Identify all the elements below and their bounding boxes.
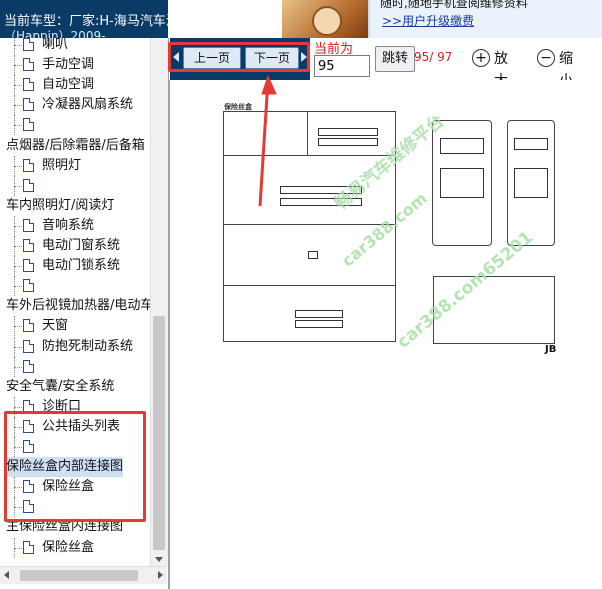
document-icon	[23, 259, 34, 273]
connector-block	[295, 320, 343, 328]
document-icon	[23, 218, 34, 232]
document-icon	[23, 239, 34, 252]
document-icon	[23, 540, 34, 554]
fuse-cell	[440, 138, 484, 154]
tree-line	[14, 45, 22, 46]
tree-line	[14, 246, 22, 247]
tree-line	[14, 266, 22, 268]
tree-leaf[interactable]: 电动门锁系统	[0, 256, 150, 277]
mechanic-illustration	[282, 0, 368, 38]
tree-line	[14, 366, 22, 368]
zoom-in-icon: +	[472, 49, 490, 67]
scrollbar-thumb[interactable]	[153, 316, 165, 550]
tree-leaf-label: 自动空调	[42, 77, 95, 93]
tree-line	[14, 125, 22, 127]
scroll-down-arrow-icon[interactable]	[155, 557, 163, 562]
tree-leaf[interactable]: 手动空调	[0, 55, 150, 76]
scrollbar-thumb[interactable]	[20, 570, 138, 581]
zoom-out-icon: −	[537, 49, 555, 67]
banner-text: 随时,随地手机查阅维修资料	[380, 0, 528, 10]
tree-leaf[interactable]	[0, 175, 150, 196]
tree-leaf-label: 电动门窗系统	[42, 238, 121, 253]
connector-block	[295, 310, 343, 318]
vehicle-sub: （Happin）2009-	[4, 29, 106, 38]
vehicle-header: 当前车型：厂家:H-海马汽车海福星-福美来2代 （Happin）2009-	[0, 0, 168, 38]
tree-line	[14, 165, 22, 167]
tree-line	[14, 326, 22, 328]
document-icon	[23, 58, 34, 72]
connector-block	[318, 138, 378, 146]
promo-banner[interactable]: 随时,随地手机查阅维修资料 >>用户升级缴费	[282, 0, 602, 38]
tree-category[interactable]: 点烟器/后除霜器/后备箱	[6, 136, 145, 156]
tree-leaf-label: 照明灯	[42, 157, 82, 173]
document-icon	[23, 98, 34, 112]
scroll-right-arrow-icon[interactable]	[158, 571, 163, 579]
document-icon	[23, 359, 34, 373]
tree-leaf-label: 手动空调	[42, 57, 95, 73]
tree-leaf-label: 喇叭	[42, 38, 69, 52]
document-icon	[23, 38, 34, 51]
tree-line	[14, 225, 22, 227]
tree-leaf[interactable]: 天窗	[0, 316, 150, 337]
tree-leaf[interactable]: 保险丝盒	[0, 537, 150, 558]
tree-line	[14, 38, 15, 55]
document-icon	[23, 78, 34, 92]
sidebar-vertical-scrollbar[interactable]	[150, 38, 168, 566]
connector-block	[318, 128, 378, 136]
scroll-left-arrow-icon[interactable]	[4, 571, 9, 579]
document-icon	[23, 339, 34, 353]
tree-leaf[interactable]	[0, 115, 150, 136]
tree-line	[14, 406, 22, 408]
tree-line	[14, 547, 22, 549]
tree-leaf[interactable]: 喇叭	[0, 38, 150, 55]
tree-leaf[interactable]: 自动空调	[0, 75, 150, 96]
jump-button[interactable]: 跳转	[375, 46, 415, 72]
sidebar-horizontal-scrollbar[interactable]	[0, 566, 167, 584]
tree-leaf-label: 天窗	[42, 318, 69, 334]
connector-block	[308, 251, 318, 259]
document-icon	[23, 158, 34, 172]
tree-category[interactable]: 车内照明灯/阅读灯	[6, 196, 114, 216]
diagram-viewer[interactable]: 保险丝盒 JB 畅易汽车维修平台 car388.com car388.com65…	[169, 80, 602, 589]
tree-leaf[interactable]: 冷凝器风扇系统	[0, 95, 150, 116]
tree-leaf[interactable]: 音响系统	[0, 215, 150, 236]
tree-leaf-label: 冷凝器风扇系统	[42, 97, 134, 113]
document-icon	[23, 319, 34, 333]
document-icon	[23, 178, 34, 192]
fuse-cell	[514, 138, 548, 150]
tree-line	[14, 65, 22, 67]
tree-leaf[interactable]: 防抱死制动系统	[0, 336, 150, 357]
annotation-highlight-box	[4, 411, 146, 522]
upgrade-link[interactable]: >>用户升级缴费	[382, 12, 474, 29]
tree-line	[14, 185, 22, 187]
schematic-section	[223, 111, 308, 156]
tree-leaf[interactable]	[0, 276, 150, 297]
tree-leaf-label: 音响系统	[42, 217, 95, 233]
document-icon	[23, 118, 34, 132]
tree-line	[14, 286, 22, 288]
tree-leaf[interactable]: 照明灯	[0, 155, 150, 176]
document-icon	[23, 279, 34, 293]
tree-leaf-label: 电动门锁系统	[42, 258, 121, 274]
fuse-cell	[514, 168, 548, 198]
tree-leaf-label: 防抱死制动系统	[42, 338, 134, 354]
tree-leaf[interactable]	[0, 356, 150, 377]
jb-label: JB	[545, 344, 557, 355]
fuse-cell	[440, 168, 484, 198]
page-number-input[interactable]	[314, 55, 370, 77]
tree-category[interactable]: 安全气囊/安全系统	[6, 377, 114, 397]
page-count: 95/ 97	[414, 50, 453, 64]
banner-panel: 随时,随地手机查阅维修资料 >>用户升级缴费	[368, 0, 602, 38]
tree-leaf[interactable]: 电动门窗系统	[0, 236, 150, 256]
tree-line	[14, 346, 22, 348]
tree-line	[14, 105, 22, 107]
annotation-highlight-box	[168, 42, 310, 72]
tree-line	[14, 85, 22, 87]
tree-category[interactable]: 车外后视镜加热器/电动车	[6, 296, 150, 316]
tree-leaf-label: 保险丝盒	[42, 539, 95, 555]
